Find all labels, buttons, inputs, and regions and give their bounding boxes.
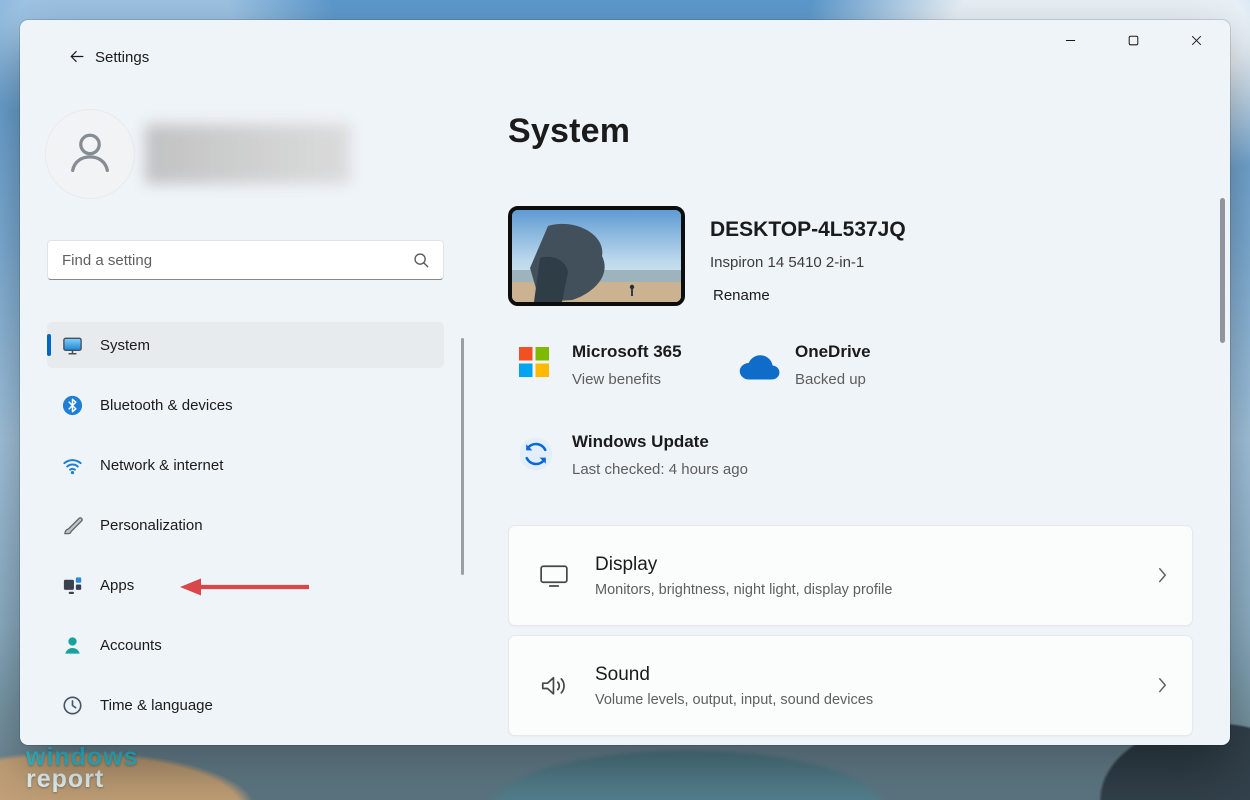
- page-title: System: [508, 112, 630, 151]
- sidebar-item-network-internet[interactable]: Network & internet: [47, 442, 444, 488]
- windows-update-title[interactable]: Windows Update: [572, 432, 709, 452]
- clock-icon: [61, 694, 84, 717]
- back-arrow-icon: [68, 48, 85, 68]
- microsoft-365-title[interactable]: Microsoft 365: [572, 342, 682, 362]
- chevron-right-icon: [1157, 676, 1168, 695]
- search-input[interactable]: [48, 241, 412, 279]
- window-title: Settings: [95, 49, 149, 66]
- search-box: [47, 240, 444, 280]
- bluetooth-icon: [61, 394, 84, 417]
- sidebar-nav: System Bluetooth & devices Network & int…: [47, 322, 444, 728]
- user-name-blurred: [145, 124, 351, 184]
- paintbrush-icon: [61, 514, 84, 537]
- sidebar-item-label: Personalization: [100, 517, 203, 534]
- microsoft-365-subtitle: View benefits: [572, 371, 661, 388]
- person-icon: [64, 126, 116, 183]
- sidebar-item-apps[interactable]: Apps: [47, 562, 444, 608]
- sidebar-item-label: System: [100, 337, 150, 354]
- card-subtitle: Monitors, brightness, night light, displ…: [595, 582, 1131, 598]
- wifi-icon: [61, 454, 84, 477]
- close-icon: [1191, 34, 1202, 49]
- back-button[interactable]: [60, 42, 92, 74]
- caption-controls: [1039, 20, 1228, 63]
- settings-window: Settings: [20, 20, 1230, 745]
- windows-update-subtitle: Last checked: 4 hours ago: [572, 461, 748, 478]
- system-icon: [61, 334, 84, 357]
- card-title: Display: [595, 554, 1131, 576]
- sidebar-item-system[interactable]: System: [47, 322, 444, 368]
- sidebar-item-label: Network & internet: [100, 457, 223, 474]
- sidebar-item-label: Bluetooth & devices: [100, 397, 233, 414]
- sidebar-item-bluetooth-devices[interactable]: Bluetooth & devices: [47, 382, 444, 428]
- minimize-button[interactable]: [1039, 20, 1102, 63]
- watermark-line2: report: [26, 768, 139, 790]
- onedrive-title[interactable]: OneDrive: [795, 342, 871, 362]
- main-scrollbar[interactable]: [1220, 198, 1225, 343]
- close-button[interactable]: [1165, 20, 1228, 63]
- sound-icon: [539, 673, 569, 699]
- sidebar-item-accounts[interactable]: Accounts: [47, 622, 444, 668]
- card-title: Sound: [595, 664, 1131, 686]
- beach-scene-image: [512, 210, 681, 302]
- device-name: DESKTOP-4L537JQ: [710, 218, 906, 242]
- sound-card[interactable]: Sound Volume levels, output, input, soun…: [508, 635, 1193, 736]
- onedrive-icon: [736, 352, 780, 380]
- accounts-icon: [61, 634, 84, 657]
- rename-button[interactable]: Rename: [710, 284, 773, 307]
- sidebar-item-label: Accounts: [100, 637, 162, 654]
- display-card[interactable]: Display Monitors, brightness, night ligh…: [508, 525, 1193, 626]
- display-icon: [539, 563, 569, 589]
- microsoft-365-icon: [518, 346, 550, 378]
- windows-update-icon: [518, 436, 554, 472]
- sidebar-item-label: Time & language: [100, 697, 213, 714]
- device-wallpaper-thumbnail: [508, 206, 685, 306]
- sidebar-item-label: Apps: [100, 577, 134, 594]
- card-subtitle: Volume levels, output, input, sound devi…: [595, 692, 1131, 708]
- sidebar-item-time-language[interactable]: Time & language: [47, 682, 444, 728]
- selected-indicator: [47, 334, 51, 356]
- onedrive-subtitle: Backed up: [795, 371, 866, 388]
- maximize-icon: [1128, 34, 1139, 49]
- desktop-wallpaper: windows report Settings: [0, 0, 1250, 800]
- apps-icon: [61, 574, 84, 597]
- device-model: Inspiron 14 5410 2-in-1: [710, 254, 864, 271]
- user-avatar[interactable]: [45, 109, 135, 199]
- sidebar-item-personalization[interactable]: Personalization: [47, 502, 444, 548]
- chevron-right-icon: [1157, 566, 1168, 585]
- maximize-button[interactable]: [1102, 20, 1165, 63]
- sidebar-scrollbar[interactable]: [461, 338, 464, 575]
- search-icon: [412, 251, 430, 269]
- windows-report-watermark: windows report: [26, 746, 139, 790]
- minimize-icon: [1065, 34, 1076, 49]
